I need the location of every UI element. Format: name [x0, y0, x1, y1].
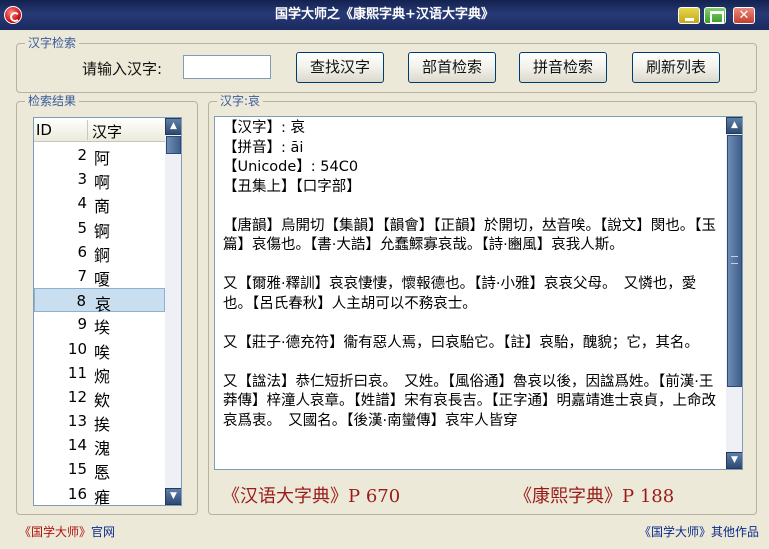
- list-item[interactable]: 9埃: [34, 312, 165, 338]
- list-item-char: 锕: [94, 221, 111, 241]
- scroll-up-arrow-icon[interactable]: ▲: [726, 117, 742, 134]
- detail-paragraph: 又【諡法】恭仁短折曰哀。 又姓。【風俗通】魯哀以後，因諡爲姓。【前漢·王莽傳】梓…: [223, 373, 716, 429]
- list-item-char: 啇: [94, 197, 111, 217]
- refresh-list-button[interactable]: 刷新列表: [632, 52, 720, 83]
- list-item-char: 錒: [94, 245, 111, 265]
- radical-search-button[interactable]: 部首检索: [408, 52, 496, 83]
- list-item-char: 嗄: [94, 269, 111, 289]
- list-item[interactable]: 2阿: [34, 143, 165, 168]
- list-item[interactable]: 14 溾: [34, 433, 165, 459]
- results-list[interactable]: ID 汉字 2 阿 3 啊 4 啇 5 锕 6 錒 7 嗄 8 哀 9 埃 10 唉 11 焥 12 欸 13 挨 14 溾 15 悘…: [33, 117, 182, 506]
- list-item[interactable]: 7嗄: [34, 264, 165, 289]
- other-works-link-suffix[interactable]: 其他作品: [711, 525, 759, 539]
- list-item-id: 11: [67, 363, 87, 382]
- list-item[interactable]: 10 唉: [34, 337, 165, 362]
- list-item-char: 啊: [94, 173, 111, 193]
- lookup-char-button[interactable]: 查找汉字: [296, 52, 384, 83]
- list-item-id: 6: [77, 242, 87, 261]
- detail-paragraph: 又【爾雅·釋訓】哀哀悽悽，懷報德也。【詩·小雅】哀哀父母。 又憐也，愛也。【呂氏…: [223, 276, 697, 312]
- list-item[interactable]: 13 挨: [34, 409, 165, 435]
- close-button[interactable]: ✕: [733, 7, 755, 24]
- minimize-button[interactable]: [678, 7, 700, 24]
- scroll-down-arrow-icon[interactable]: ▼: [165, 488, 181, 505]
- char-detail-textbox[interactable]: 【汉字】: 哀 【拼音】: āi 【Unicode】: 54C0 【丑集上】【口…: [214, 116, 743, 470]
- list-item-char: 唉: [94, 342, 111, 362]
- list-item-id: 10: [67, 339, 87, 358]
- list-item-id: 16: [67, 484, 87, 503]
- official-site-link[interactable]: 《国学大师》官网: [19, 523, 115, 540]
- list-item-id: 8: [76, 292, 86, 311]
- other-works-link-name[interactable]: 《国学大师》: [639, 525, 711, 539]
- column-header-id[interactable]: ID: [36, 121, 52, 139]
- list-item-char: 溾: [94, 439, 111, 459]
- detail-paragraph: 【唐韻】烏開切【集韻】【韻會】【正韻】於開切，𠀤音唉。【說文】閔也。【玉篇】哀傷…: [223, 217, 716, 254]
- list-item-char: 埃: [94, 318, 111, 338]
- detail-line-char: 【汉字】: 哀: [223, 120, 305, 136]
- list-item[interactable]: 8哀: [34, 288, 165, 314]
- pinyin-search-button[interactable]: 拼音检索: [519, 52, 607, 83]
- kangxi-dict-page-ref[interactable]: 《康熙字典》P 188: [514, 482, 674, 508]
- detail-paragraph: 又【莊子·德充符】衞有惡人焉，曰哀駘它。【註】哀駘，醜貌；它，其名。: [223, 334, 699, 351]
- detail-scrollbar[interactable]: ▲ ▼: [726, 117, 742, 469]
- results-scrollbar[interactable]: ▲ ▼: [165, 118, 181, 505]
- search-prompt-label: 请输入汉字:: [82, 60, 163, 78]
- official-site-link-suffix[interactable]: 官网: [91, 525, 115, 539]
- list-item-id: 9: [77, 315, 87, 334]
- column-header-char[interactable]: 汉字: [92, 121, 122, 142]
- scroll-up-arrow-icon[interactable]: ▲: [165, 118, 181, 135]
- list-item[interactable]: 4啇: [34, 191, 165, 217]
- title-bar[interactable]: 国学大师之《康熙字典+汉语大字典》 ✕: [0, 0, 769, 30]
- other-works-link[interactable]: 《国学大师》其他作品: [639, 523, 759, 540]
- list-item-char: 焥: [94, 366, 111, 386]
- scroll-thumb[interactable]: [727, 135, 742, 387]
- list-item-id: 2: [77, 146, 87, 164]
- list-item-id: 15: [67, 460, 87, 479]
- list-item-id: 5: [77, 218, 87, 237]
- char-detail-text: 【汉字】: 哀 【拼音】: āi 【Unicode】: 54C0 【丑集上】【口…: [223, 119, 718, 431]
- hanyu-dict-page-ref[interactable]: 《汉语大字典》P 670: [222, 482, 400, 508]
- list-item[interactable]: 5锕: [34, 216, 165, 241]
- detail-line-pinyin: 【拼音】: āi: [223, 139, 304, 156]
- list-item-id: 14: [67, 436, 87, 455]
- maximize-button[interactable]: [704, 7, 726, 24]
- list-item-id: 3: [77, 170, 87, 189]
- list-item-char: 悘: [94, 463, 111, 483]
- list-item-id: 4: [77, 194, 87, 213]
- list-item[interactable]: 12 欸: [34, 385, 165, 410]
- list-item-char: 阿: [94, 149, 111, 168]
- list-item[interactable]: 11 焥: [34, 361, 165, 386]
- list-item[interactable]: 16 痽: [34, 482, 165, 506]
- list-item[interactable]: 3啊: [34, 167, 165, 193]
- window-title: 国学大师之《康熙字典+汉语大字典》: [275, 7, 494, 22]
- detail-line-unicode: 【Unicode】: 54C0: [223, 159, 359, 175]
- list-item-id: 13: [67, 412, 87, 431]
- app-window: 国学大师之《康熙字典+汉语大字典》 ✕ 汉字检索 请输入汉字: 查找汉字 部首检…: [0, 0, 769, 549]
- list-item-id: 12: [67, 387, 87, 406]
- list-item[interactable]: 6錒: [34, 240, 165, 265]
- scroll-thumb[interactable]: [166, 136, 181, 154]
- column-divider[interactable]: [87, 120, 88, 140]
- detail-group-label: 汉字:哀: [217, 93, 264, 109]
- list-item-char: 挨: [94, 415, 111, 435]
- results-rows: 2 阿 3 啊 4 啇 5 锕 6 錒 7 嗄 8 哀 9 埃 10 唉 11 焥 12 欸 13 挨 14 溾 15 悘 16 痽: [34, 143, 165, 506]
- list-item-char: 欸: [94, 390, 111, 410]
- scroll-down-arrow-icon[interactable]: ▼: [726, 452, 742, 469]
- official-site-link-name[interactable]: 《国学大师》: [19, 525, 91, 539]
- list-item-char: 痽: [94, 487, 111, 506]
- detail-line-radical: 【丑集上】【口字部】: [223, 178, 361, 195]
- char-search-input[interactable]: [183, 55, 271, 79]
- results-group-label: 检索结果: [25, 93, 80, 109]
- list-item-id: 7: [77, 266, 87, 285]
- grip-icon: [731, 256, 738, 264]
- results-list-header: ID 汉字: [34, 118, 165, 142]
- search-group-label: 汉字检索: [25, 35, 80, 51]
- list-item[interactable]: 15 悘: [34, 457, 165, 483]
